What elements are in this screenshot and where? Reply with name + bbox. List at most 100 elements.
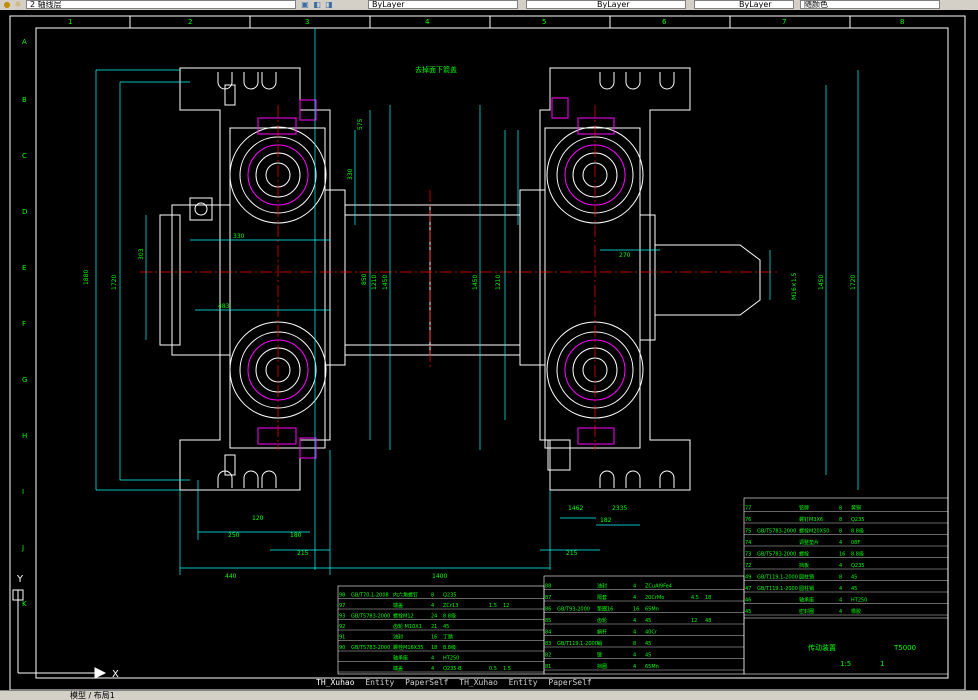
layer-manager-icon[interactable]: ▣ [300, 0, 310, 9]
table-cell: 8.8级 [851, 528, 864, 535]
table-cell: HT250 [443, 656, 459, 662]
table-cell: 4 [431, 603, 434, 609]
table-cell: 隔套 [597, 594, 607, 601]
table-cell: Q235-B [443, 666, 462, 672]
dim-1450: 1450 [382, 275, 389, 290]
table-cell: 4 [633, 653, 636, 659]
dim-2335: 2335 [612, 505, 627, 512]
table-cell: 18 [705, 595, 711, 601]
dim-250: 250 [228, 532, 240, 539]
lineweight-dropdown[interactable]: ByLayer [694, 0, 794, 9]
dim-330-left: 330 [347, 168, 354, 180]
tab-label[interactable]: TH_Xuhao [459, 678, 498, 687]
dim-215: 215 [297, 550, 309, 557]
plotstyle-dropdown[interactable]: 随颜色 [800, 0, 940, 9]
dim-1450-right: 1450 [472, 275, 479, 290]
table-cell: 4.5 [691, 595, 699, 601]
lightbulb-icon[interactable]: ● [2, 0, 12, 9]
table-cell: 4 [431, 656, 434, 662]
table-cell: 72 [745, 563, 751, 569]
table-cell: 18 [431, 645, 437, 651]
table-cell: 蜗杆 [597, 629, 607, 636]
ucs-y-label: Y [16, 574, 24, 585]
table-cell: 调整垫片 [799, 539, 819, 546]
table-cell: 65Mn [645, 664, 659, 670]
tab-label[interactable]: Entity [365, 678, 394, 687]
row-label: A [22, 38, 27, 46]
dim-330: 330 [233, 233, 245, 240]
tab-label[interactable]: PaperSelf [548, 678, 591, 687]
sun-icon[interactable]: ☼ [13, 0, 23, 9]
table-cell: 挡圈 [597, 663, 607, 670]
table-cell: 8 [839, 529, 842, 535]
table-cell: 98 [339, 593, 345, 599]
table-cell: 90 [339, 645, 345, 651]
table-cell: 24 [431, 614, 437, 620]
dim-850: 850 [361, 273, 368, 285]
dim-1720: 1720 [111, 275, 118, 290]
table-cell: 84 [545, 630, 551, 636]
table-cell: GB/T119.1-2000 [557, 641, 598, 647]
col-label: 5 [542, 18, 546, 26]
table-cell: 73 [745, 552, 751, 558]
table-cell: 4 [633, 664, 636, 670]
table-cell: 0.5 [489, 666, 497, 672]
table-cell: 4 [839, 586, 842, 592]
layer-previous-icon[interactable]: ◧ [312, 0, 322, 9]
table-cell: GB/T5783-2000 [757, 529, 796, 535]
table-cell: 21 [431, 624, 437, 630]
column-ticks [129, 16, 851, 28]
table-cell: 铭牌 [799, 505, 809, 512]
dim-303: 303 [138, 248, 145, 260]
table-cell: 75 [745, 529, 751, 535]
table-cell: 8 [839, 506, 842, 512]
tab-label[interactable]: TH_Xuhao [316, 678, 355, 687]
table-cell: 圆柱销 [799, 574, 814, 581]
table-cell: 45 [645, 618, 651, 624]
table-cell: 87 [545, 595, 551, 601]
table-cell: 轴承座 [393, 655, 408, 662]
col-label: 4 [425, 18, 430, 26]
table-cell: 4 [839, 598, 842, 604]
table-cell: GB/T119.1-2000 [757, 586, 798, 592]
title-block-drawing-no: T5000 [893, 644, 916, 652]
table-cell: 螺栓M20X50 [799, 528, 829, 535]
tab-label[interactable]: PaperSelf [405, 678, 448, 687]
title-block-name: 传动装置 [808, 643, 836, 652]
table-cell: 12 [503, 603, 509, 609]
row-label: B [22, 96, 27, 104]
linetype-dropdown[interactable]: ByLayer [526, 0, 686, 9]
table-cell: 8.8级 [851, 551, 864, 558]
table-cell: 4 [839, 563, 842, 569]
table-cell: 4 [633, 584, 636, 590]
layer-dropdown[interactable]: 2 轴线层 [26, 0, 296, 9]
col-label: 6 [662, 18, 667, 26]
table-cell: 油封 [597, 583, 607, 590]
table-cell: 45 [851, 575, 857, 581]
table-cell: 内六角螺钉 [393, 592, 418, 599]
tab-label[interactable]: Entity [509, 678, 538, 687]
table-cell: Q235 [851, 517, 864, 523]
table-cell: 挡板 [799, 562, 809, 569]
table-cell: GB/T5783-2000 [351, 645, 390, 651]
col-label: 3 [305, 18, 309, 26]
drawing-canvas[interactable]: 1 2 3 4 5 6 7 8 A B C D E F G H I J K 去掉… [0, 10, 978, 690]
dim-1720-outer: 1720 [850, 275, 857, 290]
table-cell: 88 [545, 584, 551, 590]
layer-state-icon[interactable]: ◨ [324, 0, 334, 9]
parts-table-right: 77 铭牌 8 黄铜76 螺钉M3X6 8 Q23575 GB/T5783-2000 螺栓M20… [744, 505, 948, 616]
table-cell: 93 [339, 614, 345, 620]
dim-440: 440 [225, 573, 237, 580]
table-cell: 螺栓M12 [393, 613, 414, 620]
table-cell: 12 [691, 618, 697, 624]
color-dropdown[interactable]: ByLayer [368, 0, 518, 9]
row-label: H [22, 432, 27, 440]
table-cell: 螺栓 [799, 551, 809, 558]
table-cell: 08F [851, 540, 860, 546]
table-cell: 45 [443, 624, 449, 630]
parts-table-left: 98 GB/T70.1-2008 内六角螺钉 8 Q235 97 端盖 4 ZCr13 1.5 12… [338, 592, 544, 673]
title-block: 传动装置 T5000 1:5 1 [808, 643, 916, 668]
table-cell: 76 [745, 517, 751, 523]
table-cell: 74 [745, 540, 751, 546]
table-cell: Q235 [443, 593, 456, 599]
